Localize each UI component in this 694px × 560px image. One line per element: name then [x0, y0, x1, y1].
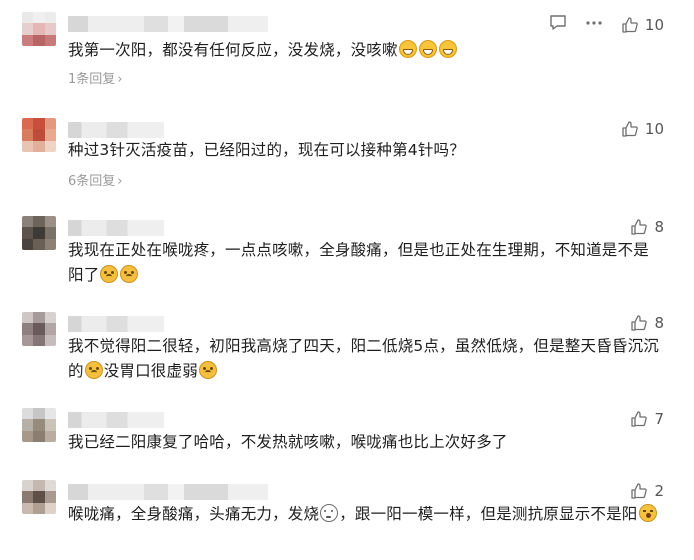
chevron-right-icon: › [117, 174, 123, 189]
like-button[interactable]: 10 [621, 120, 664, 138]
username-blurred[interactable] [68, 412, 164, 428]
avatar[interactable] [22, 312, 56, 346]
comment-body-continued: 没胃口很虚弱 [103, 362, 198, 380]
comment-actions: 8 [630, 218, 664, 236]
like-button[interactable]: 7 [630, 410, 664, 428]
more-icon[interactable] [585, 14, 603, 36]
comment-text: 我已经二阳康复了哈哈，不发热就咳嗽，喉咙痛也比上次好多了 [68, 433, 508, 451]
sad-emoji [84, 361, 103, 379]
avatar[interactable] [22, 480, 56, 514]
avatar[interactable] [22, 12, 56, 46]
thumbs-up-icon [631, 315, 648, 331]
like-count: 8 [654, 218, 664, 236]
like-button[interactable]: 8 [630, 218, 664, 236]
like-button[interactable]: 10 [621, 16, 664, 34]
comment-actions: 2 [630, 482, 664, 500]
like-count: 8 [654, 314, 664, 332]
grin-emoji [398, 40, 417, 58]
chevron-right-icon: › [117, 72, 123, 87]
shocked-emoji [638, 504, 657, 522]
avatar[interactable] [22, 118, 56, 152]
comment-body: 我第一次阳，都没有任何反应，没发烧，没咳嗽 [68, 41, 398, 59]
comment-text: 种过3针灭活疫苗，已经阳过的，现在可以接种第4针吗？ [68, 141, 465, 159]
avatar[interactable] [22, 408, 56, 442]
reply-icon[interactable] [549, 14, 567, 36]
comment-actions: 8 [630, 314, 664, 332]
comment-actions: 10 [621, 120, 664, 138]
like-count: 2 [654, 482, 664, 500]
username-blurred[interactable] [68, 122, 164, 138]
thumbs-up-icon [631, 411, 648, 427]
username-blurred[interactable] [68, 484, 268, 500]
like-button[interactable]: 8 [630, 314, 664, 332]
sad-emoji [100, 265, 119, 283]
thumbs-up-icon [631, 483, 648, 499]
like-count: 7 [654, 410, 664, 428]
thumbs-up-icon [631, 219, 648, 235]
comment-list: 10 我第一次阳，都没有任何反应，没发烧，没咳嗽 1条回复 › 10 种过3针灭活… [0, 0, 694, 560]
comment-actions: 10 [549, 14, 664, 36]
comment-actions: 7 [630, 410, 664, 428]
replies-count: 1条回复 [68, 72, 116, 87]
comment-body-continued: ，跟一阳一模一样，但是测抗原显示不是阳 [339, 505, 638, 523]
username-blurred[interactable] [68, 220, 164, 236]
grin-emoji [418, 40, 437, 58]
like-button[interactable]: 2 [630, 482, 664, 500]
sad-emoji [120, 265, 139, 283]
replies-link[interactable]: 6条回复 › [68, 170, 122, 189]
like-count: 10 [644, 120, 664, 138]
replies-count: 6条回复 [68, 174, 116, 189]
like-count: 10 [644, 16, 664, 34]
avatar[interactable] [22, 216, 56, 250]
username-blurred[interactable] [68, 316, 164, 332]
comment-text: 我第一次阳，都没有任何反应，没发烧，没咳嗽 [68, 38, 662, 63]
frown-emoji [320, 504, 339, 522]
comment-text: 我不觉得阳二很轻，初阳我高烧了四天，阳二低烧5点，虽然低烧，但是整天昏昏沉沉的没… [68, 334, 662, 384]
comment-body: 喉咙痛，全身酸痛，头痛无力，发烧 [68, 505, 320, 523]
sad-emoji [198, 361, 217, 379]
thumbs-up-icon [622, 121, 638, 137]
comment-text: 喉咙痛，全身酸痛，头痛无力，发烧 ，跟一阳一模一样，但是测抗原显示不是阳 [68, 502, 662, 527]
username-blurred[interactable] [68, 16, 268, 32]
thumbs-up-icon [622, 17, 638, 33]
replies-link[interactable]: 1条回复 › [68, 68, 122, 87]
comment-text: 我现在正处在喉咙疼，一点点咳嗽，全身酸痛，但是也正处在生理期，不知道是不是阳了 [68, 238, 662, 288]
comment-body: 我现在正处在喉咙疼，一点点咳嗽，全身酸痛，但是也正处在生理期，不知道是不是阳了 [68, 241, 649, 284]
grin-emoji [438, 40, 457, 58]
